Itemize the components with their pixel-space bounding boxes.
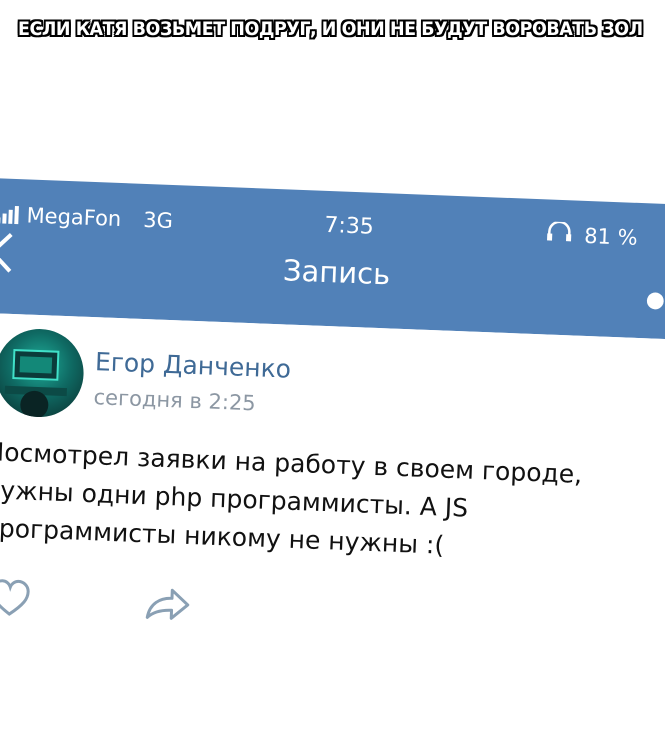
post-text: Посмотрел заявки на работу в своем город…: [0, 433, 646, 572]
more-icon[interactable]: ●: [645, 287, 665, 313]
meme-caption: ЕСЛИ КАТЯ ВОЗЬМЕТ ПОДРУГ, И ОНИ НЕ БУДУТ…: [18, 18, 643, 40]
status-right: 81 %: [546, 220, 639, 250]
phone-screen: MegaFon 3G 7:35 81 % Запись ● Егор Данче…: [0, 178, 665, 739]
post-card: Егор Данченко сегодня в 2:25 Посмотрел з…: [0, 312, 665, 739]
heart-icon[interactable]: [0, 575, 33, 621]
post-time: сегодня в 2:25: [93, 385, 257, 416]
author-name[interactable]: Егор Данченко: [94, 347, 291, 384]
page-title: Запись: [282, 253, 391, 292]
avatar[interactable]: [0, 327, 86, 419]
carrier-label: MegaFon: [26, 203, 122, 232]
share-icon[interactable]: [143, 581, 190, 627]
signal-icon: [0, 205, 19, 225]
network-label: 3G: [142, 207, 174, 234]
status-time: 7:35: [323, 212, 375, 240]
headphones-icon: [546, 220, 573, 247]
header-bar: MegaFon 3G 7:35 81 % Запись ●: [0, 178, 665, 340]
status-left: MegaFon 3G: [0, 202, 173, 233]
battery-label: 81 %: [583, 223, 639, 250]
